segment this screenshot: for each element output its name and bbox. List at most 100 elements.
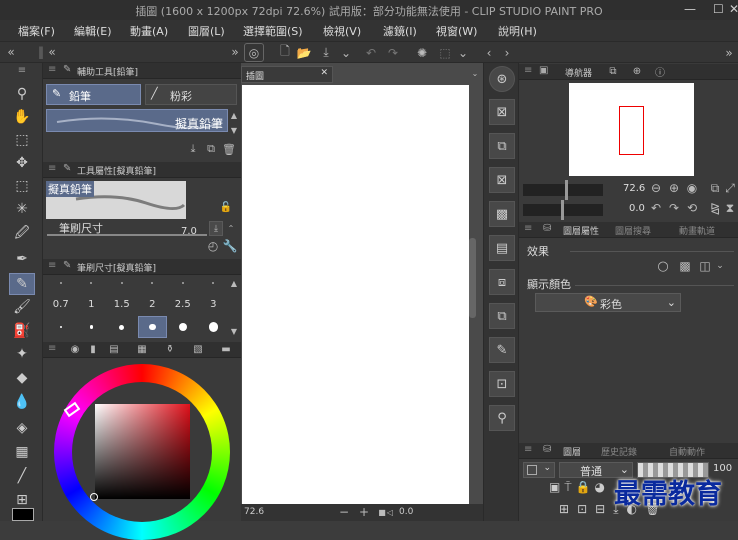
panel-menu-icon[interactable]: ≡ (48, 260, 56, 271)
tab-pastel[interactable]: ╱ 粉彩 (145, 84, 237, 105)
new-layer-icon[interactable]: ⊠ (489, 99, 515, 125)
canvas-vertical-scrollbar[interactable] (469, 238, 476, 318)
eraser-tool-icon[interactable]: ◆ (9, 367, 35, 389)
save-icon[interactable]: ⤓ (318, 44, 334, 61)
pressure-icon[interactable]: ◴ (206, 239, 220, 253)
brush-size-option[interactable]: 0.7 (46, 276, 76, 338)
brush-size-option[interactable]: 2.5 (168, 276, 198, 338)
flip-horizontal-icon[interactable]: ⧎ (708, 201, 722, 215)
tone-effect-icon[interactable]: ▩ (677, 258, 693, 274)
fit-width-icon[interactable]: ⤢ (723, 181, 737, 195)
brush-tool-icon[interactable]: 🖌 (9, 296, 35, 318)
rotate-left-icon[interactable]: ↶ (649, 201, 663, 215)
selection-tool-icon[interactable]: ⬚ (9, 175, 35, 197)
brush-size-option[interactable]: 1 (77, 276, 107, 338)
menu-filter[interactable]: 濾鏡(I) (383, 23, 417, 39)
navigator-viewport-frame[interactable] (619, 106, 644, 155)
color-history-tab-icon[interactable]: ▧ (191, 343, 205, 355)
intermediate-color-tab-icon[interactable]: ▦ (135, 343, 149, 355)
approx-color-tab-icon[interactable]: ⚱ (163, 343, 177, 355)
loading-icon[interactable]: ✺ (414, 44, 430, 61)
new-file-icon[interactable]: 🗋 (277, 44, 293, 61)
clip-studio-icon[interactable]: ◎ (244, 43, 264, 62)
main-color-swatch[interactable] (12, 508, 34, 521)
brush-size-option[interactable]: 3 (199, 276, 229, 338)
zoom-out-icon[interactable]: − (339, 505, 349, 519)
camera-icon[interactable]: ⊡ (489, 371, 515, 397)
canvas-tab-close-icon[interactable]: ✕ (320, 68, 328, 78)
panel-menu-icon[interactable]: ≡ (524, 223, 532, 234)
new-folder-icon[interactable]: ⊟ (595, 502, 605, 520)
brush-size-option[interactable]: 1.5 (107, 276, 137, 338)
redo-icon[interactable]: ↷ (385, 44, 401, 61)
clip-studio-assets-icon[interactable]: ⊛ (489, 66, 515, 92)
clear-icon[interactable]: ⊠ (489, 167, 515, 193)
menu-selection[interactable]: 選擇範圍(S) (243, 23, 303, 39)
layer-color-icon[interactable]: ◫ (697, 258, 713, 274)
fill-tool-icon[interactable]: ◈ (9, 417, 35, 439)
panel-menu-icon[interactable]: ≡ (48, 64, 56, 75)
expand-icon[interactable]: » (228, 44, 242, 60)
navigator-zoom-slider[interactable] (523, 184, 603, 196)
brush-size-option[interactable]: 2 (137, 276, 167, 338)
canvas-tab[interactable]: 插圖 ✕ (241, 66, 333, 83)
canvas-tab-dropdown-icon[interactable]: ⌄ (469, 67, 481, 79)
minimize-button[interactable]: — (684, 2, 696, 16)
collapse-icon[interactable]: ‹ (482, 44, 496, 61)
zoom-in-icon[interactable]: ⊕ (667, 181, 681, 195)
airbrush-tool-icon[interactable]: ⛽ (9, 320, 35, 342)
settings-wrench-icon[interactable]: 🔧 (223, 239, 238, 253)
object-tool-icon[interactable]: ⬚ (9, 129, 35, 151)
decoration-tool-icon[interactable]: ✦ (9, 343, 35, 365)
info-tab-icon[interactable]: ⓘ (653, 65, 667, 79)
menu-help[interactable]: 說明(H) (498, 23, 537, 39)
import-icon[interactable]: ⤓ (186, 142, 200, 156)
maximize-button[interactable]: ☐ (713, 2, 724, 16)
rotate-icon[interactable]: ◁ (385, 506, 395, 518)
color-set-tab-icon[interactable]: ▤ (107, 343, 121, 355)
collapse-right-icon[interactable]: » (722, 44, 736, 61)
move-tool-icon[interactable]: ✥ (9, 152, 35, 174)
transform-icon[interactable]: ⬚ (437, 44, 453, 61)
collapse-left-icon[interactable]: « (4, 44, 18, 60)
size-stepper-icon[interactable]: ⌃ (225, 221, 237, 236)
panel-menu-icon[interactable]: ≡ (524, 444, 532, 455)
sub-tool-item-realistic-pencil[interactable]: 擬真鉛筆 (46, 109, 228, 132)
expand-right-icon[interactable]: › (500, 44, 514, 61)
reset-rotation-icon[interactable]: ⟲ (685, 201, 699, 215)
sub-view-tab-icon[interactable]: ▬ (219, 343, 233, 355)
gradient-tool-icon[interactable]: ▦ (9, 441, 35, 463)
hand-tool-icon[interactable]: ✋ (9, 106, 35, 128)
canvas-document[interactable] (242, 85, 469, 504)
collapse-left-2-icon[interactable]: « (45, 44, 59, 60)
size-stepper-down-icon[interactable]: ⤓ (209, 221, 223, 236)
navigator-preview[interactable] (569, 83, 694, 176)
scroll-up-icon[interactable]: ▲ (229, 110, 239, 120)
saturation-value-square[interactable] (95, 404, 190, 499)
save-dropdown-icon[interactable]: ⌄ (340, 44, 352, 61)
menu-view[interactable]: 檢視(V) (323, 23, 361, 39)
new-vector-layer-icon[interactable]: ⊡ (577, 502, 587, 520)
color-wheel-tab-icon[interactable]: ◉ (69, 343, 81, 355)
scroll-down-icon[interactable]: ▼ (229, 326, 239, 336)
new-raster-layer-icon[interactable]: ⊞ (559, 502, 569, 520)
zoom-out-icon[interactable]: ⊖ (649, 181, 663, 195)
eyedropper-icon[interactable]: 🖉 (9, 223, 35, 245)
pencil-tool-icon[interactable]: ✎ (9, 273, 35, 295)
layer-search-tab[interactable]: 圖層搜尋 (615, 224, 651, 237)
menu-layer[interactable]: 圖層(L) (188, 23, 225, 39)
copy-layer-icon[interactable]: ⧉ (489, 303, 515, 329)
subview-tab-icon[interactable]: ⧉ (606, 65, 620, 77)
search-tab-icon[interactable]: ⊕ (630, 65, 644, 77)
panel-menu-icon[interactable]: ≡ (48, 163, 56, 174)
fit-window-icon[interactable]: ⧉ (708, 181, 722, 195)
tab-pencil[interactable]: ✎ 鉛筆 (46, 84, 141, 105)
rasterize-icon[interactable]: ⧈ (489, 269, 515, 295)
convert-layer-icon[interactable]: ▤ (489, 235, 515, 261)
transform-dropdown-icon[interactable]: ⌄ (457, 44, 469, 61)
menu-animation[interactable]: 動畫(A) (130, 23, 168, 39)
color-slider-tab-icon[interactable]: ▮ (87, 343, 99, 355)
menu-edit[interactable]: 編輯(E) (74, 23, 112, 39)
panel-menu-icon[interactable]: ≡ (524, 65, 532, 76)
rotate-right-icon[interactable]: ↷ (667, 201, 681, 215)
